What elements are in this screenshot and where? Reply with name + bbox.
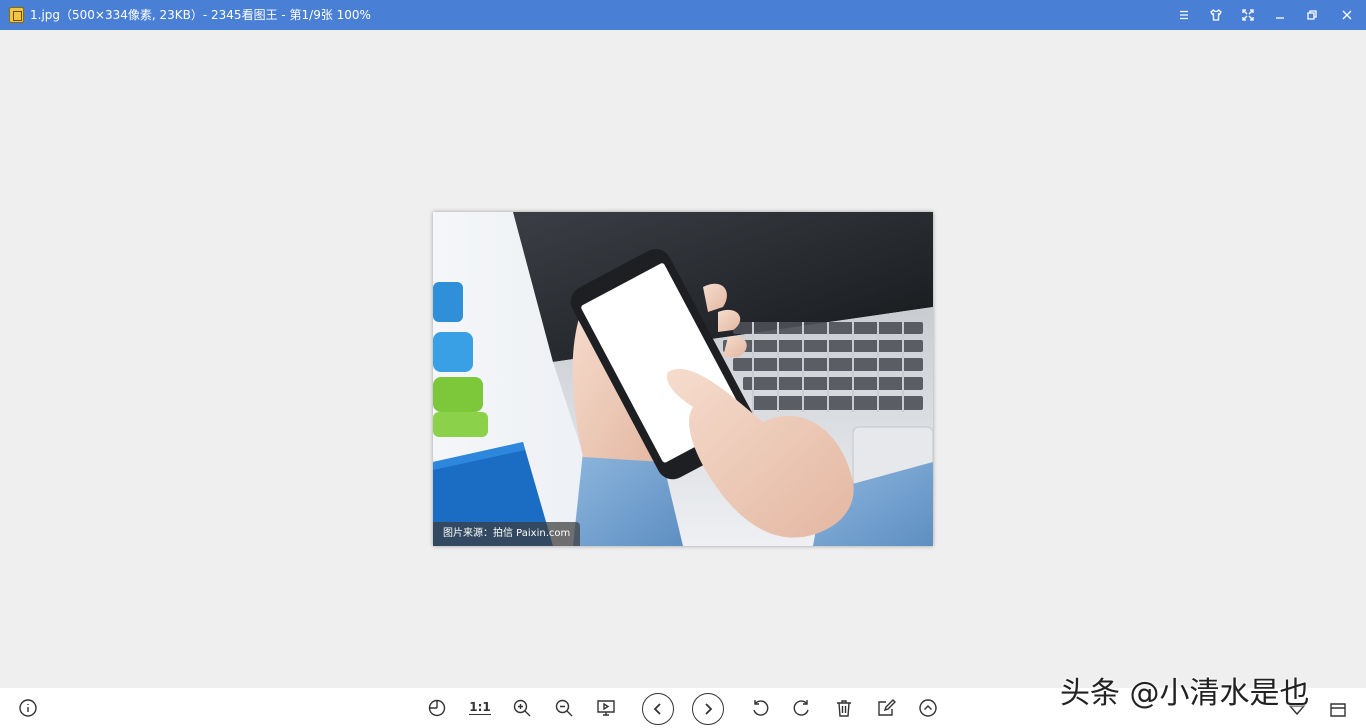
zoom-out-icon[interactable] bbox=[552, 696, 576, 720]
zoom-in-icon[interactable] bbox=[510, 696, 534, 720]
image-viewer-window: 1.jpg（500×334像素, 23KB）- 2345看图王 - 第1/9张 … bbox=[0, 0, 1366, 728]
window-title: 1.jpg（500×334像素, 23KB）- 2345看图王 - 第1/9张 … bbox=[30, 8, 371, 22]
slideshow-icon[interactable] bbox=[594, 696, 618, 720]
image-watermark: 图片来源：拍信 Paixin.com bbox=[433, 522, 581, 546]
chevron-right-icon bbox=[705, 703, 713, 715]
menu-icon[interactable] bbox=[1174, 6, 1194, 24]
edit-icon[interactable] bbox=[874, 696, 898, 720]
photo-illustration bbox=[433, 212, 933, 546]
chevron-left-icon bbox=[653, 703, 661, 715]
skin-icon[interactable] bbox=[1206, 6, 1226, 24]
minimize-icon[interactable] bbox=[1270, 6, 1290, 24]
delete-icon[interactable] bbox=[832, 696, 856, 720]
rotate-right-icon[interactable] bbox=[790, 696, 814, 720]
expand-up-icon[interactable] bbox=[916, 696, 940, 720]
actual-size-label: 1:1 bbox=[469, 700, 491, 715]
next-image-button[interactable] bbox=[692, 693, 724, 725]
displayed-image[interactable]: 图片来源：拍信 Paixin.com bbox=[433, 212, 933, 546]
mouse-icon[interactable] bbox=[425, 696, 449, 720]
title-bar: 1.jpg（500×334像素, 23KB）- 2345看图王 - 第1/9张 … bbox=[0, 0, 1366, 30]
info-icon[interactable] bbox=[16, 696, 40, 720]
app-logo-icon bbox=[9, 7, 24, 23]
thumbnail-panel-icon[interactable] bbox=[1326, 698, 1350, 722]
actual-size-button[interactable]: 1:1 bbox=[468, 696, 492, 720]
brand-watermark-text: 头条 @小清水是也 bbox=[1060, 676, 1310, 711]
close-icon[interactable] bbox=[1337, 6, 1357, 24]
restore-icon[interactable] bbox=[1302, 6, 1322, 24]
rotate-left-icon[interactable] bbox=[748, 696, 772, 720]
previous-image-button[interactable] bbox=[642, 693, 674, 725]
fullscreen-icon[interactable] bbox=[1238, 6, 1258, 24]
